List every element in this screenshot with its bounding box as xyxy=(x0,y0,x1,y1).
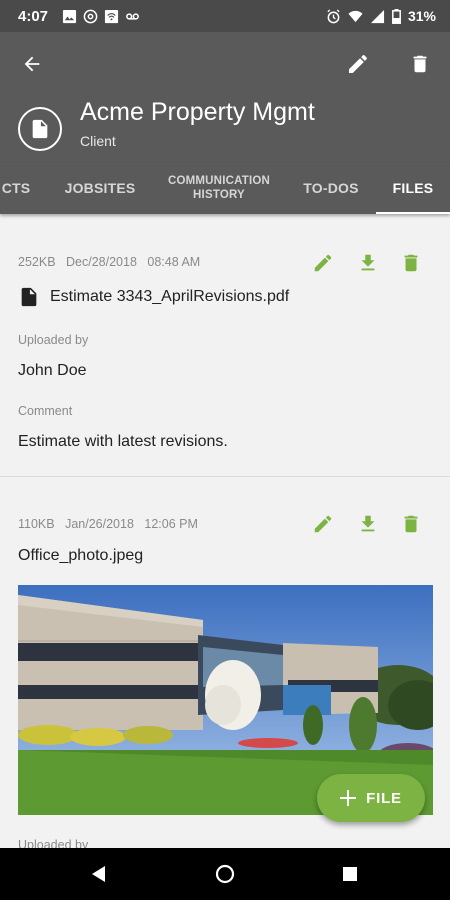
edit-client-button[interactable] xyxy=(342,48,374,80)
download-file-button[interactable] xyxy=(352,508,384,540)
file-meta: 252KB Dec/28/2018 08:48 AM xyxy=(18,255,207,269)
back-arrow-icon xyxy=(24,56,40,72)
back-button[interactable] xyxy=(16,48,48,80)
file-name: Office_photo.jpeg xyxy=(18,547,144,564)
download-file-button[interactable] xyxy=(352,247,384,279)
comment-value: Estimate with latest revisions. xyxy=(18,433,228,450)
delete-client-button[interactable] xyxy=(404,48,436,80)
voicemail-icon xyxy=(126,12,139,20)
alarm-icon xyxy=(327,8,340,23)
home-circle-icon xyxy=(215,864,235,884)
uploaded-by-value: John Doe xyxy=(18,362,87,379)
client-type: Client xyxy=(80,133,116,149)
file-time: 12:06 PM xyxy=(144,517,198,531)
nav-home-button[interactable] xyxy=(211,860,239,888)
tab-bar: CTS JOBSITES COMMUNICATION HISTORY TO-DO… xyxy=(0,162,450,214)
status-time: 4:07 xyxy=(18,7,49,25)
status-bar: 4:07 31% xyxy=(0,0,450,32)
download-icon xyxy=(361,254,375,271)
tab-contacts[interactable]: CTS xyxy=(0,162,40,214)
file-time: 08:48 AM xyxy=(147,255,201,269)
file-date: Jan/26/2018 xyxy=(65,517,134,531)
trash-icon xyxy=(404,515,418,533)
tab-jobsites[interactable]: JOBSITES xyxy=(52,162,148,214)
document-icon xyxy=(21,287,37,307)
file-date: Dec/28/2018 xyxy=(66,255,137,269)
uploaded-by-label: Uploaded by xyxy=(18,838,89,848)
system-nav-bar xyxy=(0,848,450,900)
tab-to-dos[interactable]: TO-DOS xyxy=(290,162,372,214)
at-sign-icon xyxy=(83,9,98,23)
edit-file-button[interactable] xyxy=(307,508,339,540)
add-file-label: FILE xyxy=(366,789,402,807)
file-card: 252KB Dec/28/2018 08:48 AM Estimate 3343… xyxy=(0,214,450,476)
nav-back-button[interactable] xyxy=(85,860,113,888)
file-size: 252KB xyxy=(18,255,56,269)
uploaded-by-label: Uploaded by xyxy=(18,333,89,347)
file-name-row[interactable]: Estimate 3343_AprilRevisions.pdf xyxy=(18,286,289,308)
image-icon xyxy=(62,9,77,23)
document-icon xyxy=(32,119,48,139)
tab-files[interactable]: FILES xyxy=(376,162,450,214)
file-size: 110KB xyxy=(18,517,55,531)
wifi-calling-icon xyxy=(104,9,119,23)
wifi-icon xyxy=(348,10,363,22)
recents-square-icon xyxy=(343,867,357,881)
file-name: Estimate 3343_AprilRevisions.pdf xyxy=(50,288,290,305)
delete-file-button[interactable] xyxy=(395,508,427,540)
comment-label: Comment xyxy=(18,404,73,418)
pencil-icon xyxy=(314,254,332,272)
plus-icon xyxy=(340,790,357,806)
edit-file-button[interactable] xyxy=(307,247,339,279)
file-meta: 110KB Jan/26/2018 12:06 PM xyxy=(18,517,205,531)
nav-recents-button[interactable] xyxy=(336,860,364,888)
battery-percent: 31% xyxy=(407,8,436,24)
tab-communication-history[interactable]: COMMUNICATION HISTORY xyxy=(160,162,278,214)
pencil-icon xyxy=(314,515,332,533)
file-name-row[interactable]: Office_photo.jpeg xyxy=(18,547,143,565)
battery-icon xyxy=(392,8,401,24)
delete-file-button[interactable] xyxy=(395,247,427,279)
client-avatar xyxy=(18,107,62,151)
trash-icon xyxy=(404,254,418,272)
client-name: Acme Property Mgmt xyxy=(80,98,315,126)
add-file-button[interactable]: FILE xyxy=(317,774,425,822)
files-list[interactable]: 252KB Dec/28/2018 08:48 AM Estimate 3343… xyxy=(0,214,450,848)
pencil-icon xyxy=(349,54,367,73)
download-icon xyxy=(361,515,375,532)
back-triangle-icon xyxy=(92,866,105,882)
trash-icon xyxy=(413,55,427,73)
app-bar: Acme Property Mgmt Client xyxy=(0,32,450,162)
signal-icon xyxy=(370,9,385,23)
